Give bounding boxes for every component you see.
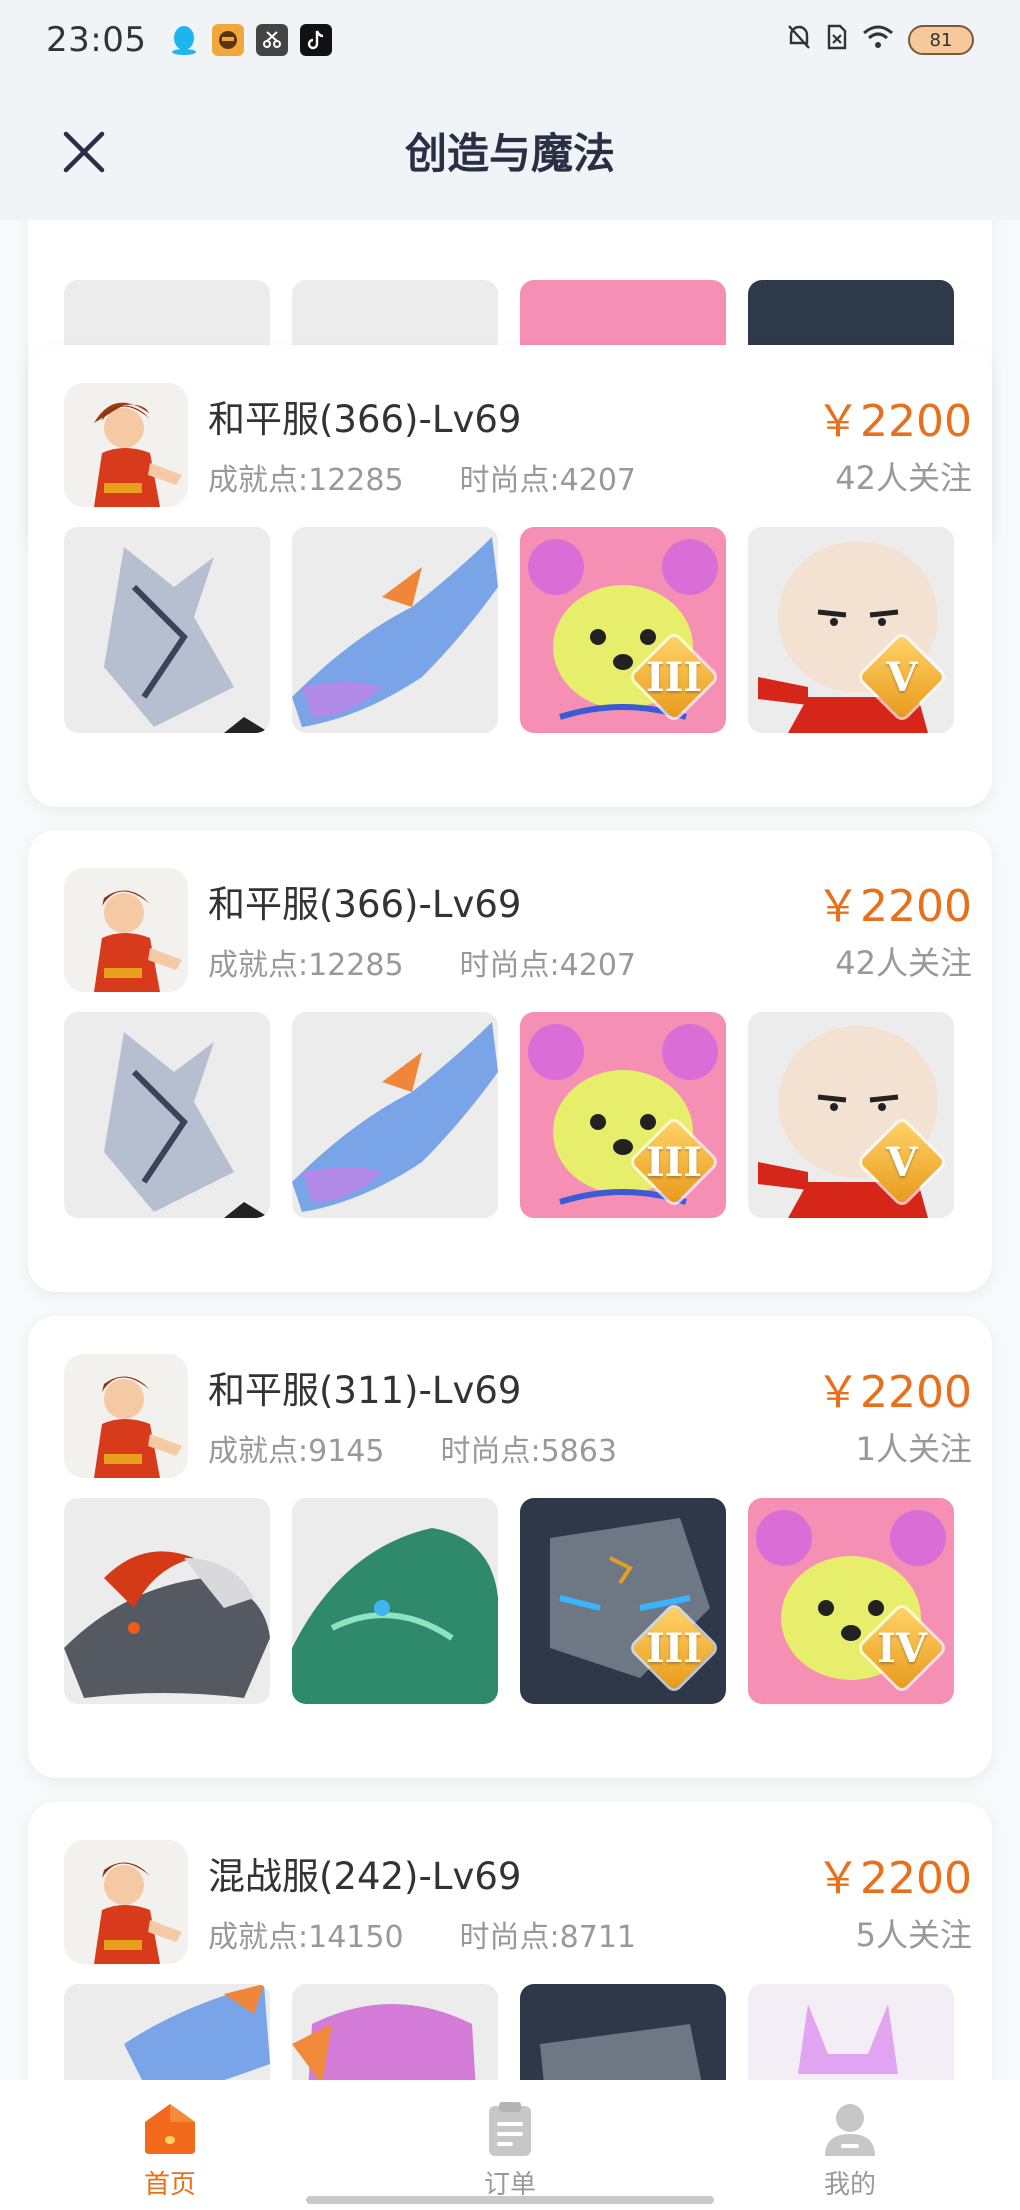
server-name: 和平服(366)-Lv69 [208,398,522,441]
thumb-red-black-dragon[interactable] [64,1498,270,1704]
thumb-row [64,1984,954,2080]
listing-card[interactable]: 和平服(366)-Lv69 成就点:12285 时尚点:4207 ￥2200 4… [28,345,992,807]
thumb-pink-bear[interactable]: IV [748,1498,954,1704]
game-icon [212,24,245,56]
listing-card[interactable]: 混战服(242)-Lv69 成就点:14150 时尚点:8711 ￥2200 5… [28,1802,992,2080]
price: ￥2200 [816,1853,972,1904]
stats: 成就点:12285 时尚点:4207 [208,940,636,984]
tier-badge: V [859,1119,945,1205]
status-right-icons: 81 [786,23,974,58]
thumb-blue-dragon[interactable] [64,1984,270,2080]
thumb-blue-dragon[interactable] [292,527,498,733]
fashion-points: 时尚点:4207 [459,948,637,983]
home-icon [145,2104,195,2154]
tier-badge: IV [859,1605,945,1691]
bottom-nav: 首页 订单 我的 [0,2080,1020,2210]
follow-count: 42人关注 [835,459,972,497]
thumb-row: III V [64,527,954,733]
server-name: 和平服(311)-Lv69 [208,1369,522,1412]
avatar [64,868,188,992]
thumb-bald-guy[interactable]: V [748,527,954,733]
stats: 成就点:9145 时尚点:5863 [208,1426,617,1470]
tiktok-icon [300,24,333,56]
achievement-points: 成就点:14150 [208,1920,404,1955]
thumb-pink-bear[interactable]: III [520,527,726,733]
thumb-green-dragon[interactable] [292,1498,498,1704]
thumb-pink-dragon[interactable] [292,1984,498,2080]
server-name: 和平服(366)-Lv69 [208,883,522,926]
follow-count: 5人关注 [855,1916,972,1954]
stats: 成就点:14150 时尚点:8711 [208,1912,636,1956]
mute-icon [786,23,812,58]
stats: 成就点:12285 时尚点:4207 [208,455,636,499]
achievement-points: 成就点:12285 [208,463,404,498]
follow-count: 1人关注 [855,1430,972,1468]
nav-profile[interactable]: 我的 [680,2080,1020,2210]
thumb-blue-dragon[interactable] [292,1012,498,1218]
avatar [64,1840,188,1964]
qq-icon [168,24,200,56]
status-app-icons [168,24,333,56]
home-indicator[interactable] [306,2196,714,2204]
tier-badge: V [859,634,945,720]
thumb-stone-golem[interactable]: III [520,1498,726,1704]
fashion-points: 时尚点:8711 [459,1920,637,1955]
avatar [64,1354,188,1478]
nav-home[interactable]: 首页 [0,2080,340,2210]
achievement-points: 成就点:12285 [208,948,404,983]
fashion-points: 时尚点:5863 [440,1434,617,1469]
wifi-icon [862,24,894,57]
achievement-points: 成就点:9145 [208,1434,385,1469]
price: ￥2200 [816,396,972,447]
price: ￥2200 [816,881,972,932]
nav-orders[interactable]: 订单 [340,2080,680,2210]
sim-icon [826,23,848,58]
follow-count: 42人关注 [835,944,972,982]
close-icon [63,131,105,173]
nav-home-label: 首页 [143,2170,196,2200]
listing-card[interactable]: 和平服(366)-Lv69 成就点:12285 时尚点:4207 ￥2200 4… [28,830,992,1292]
tier-badge: III [631,1119,717,1205]
thumb-white-pink-creature[interactable] [748,1984,954,2080]
battery-icon: 81 [908,25,974,55]
thumb-bald-guy[interactable]: V [748,1012,954,1218]
header: 创造与魔法 [0,80,1020,220]
tier-badge: III [631,1605,717,1691]
thumb-row: III V [64,1012,954,1218]
scissors-icon [256,24,289,56]
tier-badge: III [631,634,717,720]
fashion-points: 时尚点:4207 [459,463,637,498]
thumb-stone-golem[interactable] [520,1984,726,2080]
nav-profile-label: 我的 [823,2170,876,2200]
clipboard-icon [489,2102,531,2156]
avatar [64,383,188,507]
thumb-pink-bear[interactable]: III [520,1012,726,1218]
thumb-row: III IV [64,1498,954,1704]
status-bar: 23:05 81 [0,0,1020,80]
status-time: 23:05 [46,20,147,60]
listing-feed[interactable]: VI I 和平服(366)-Lv69 成就点:12285 时尚点:4207 ￥2… [0,220,1020,2080]
thumb-silver-dragon[interactable] [64,1012,270,1218]
server-name: 混战服(242)-Lv69 [208,1855,522,1898]
close-button[interactable] [52,120,116,184]
page-title: 创造与魔法 [404,128,615,178]
price: ￥2200 [816,1367,972,1418]
listing-card[interactable]: 和平服(311)-Lv69 成就点:9145 时尚点:5863 ￥2200 1人… [28,1316,992,1778]
user-icon [825,2104,875,2156]
thumb-silver-dragon[interactable] [64,527,270,733]
